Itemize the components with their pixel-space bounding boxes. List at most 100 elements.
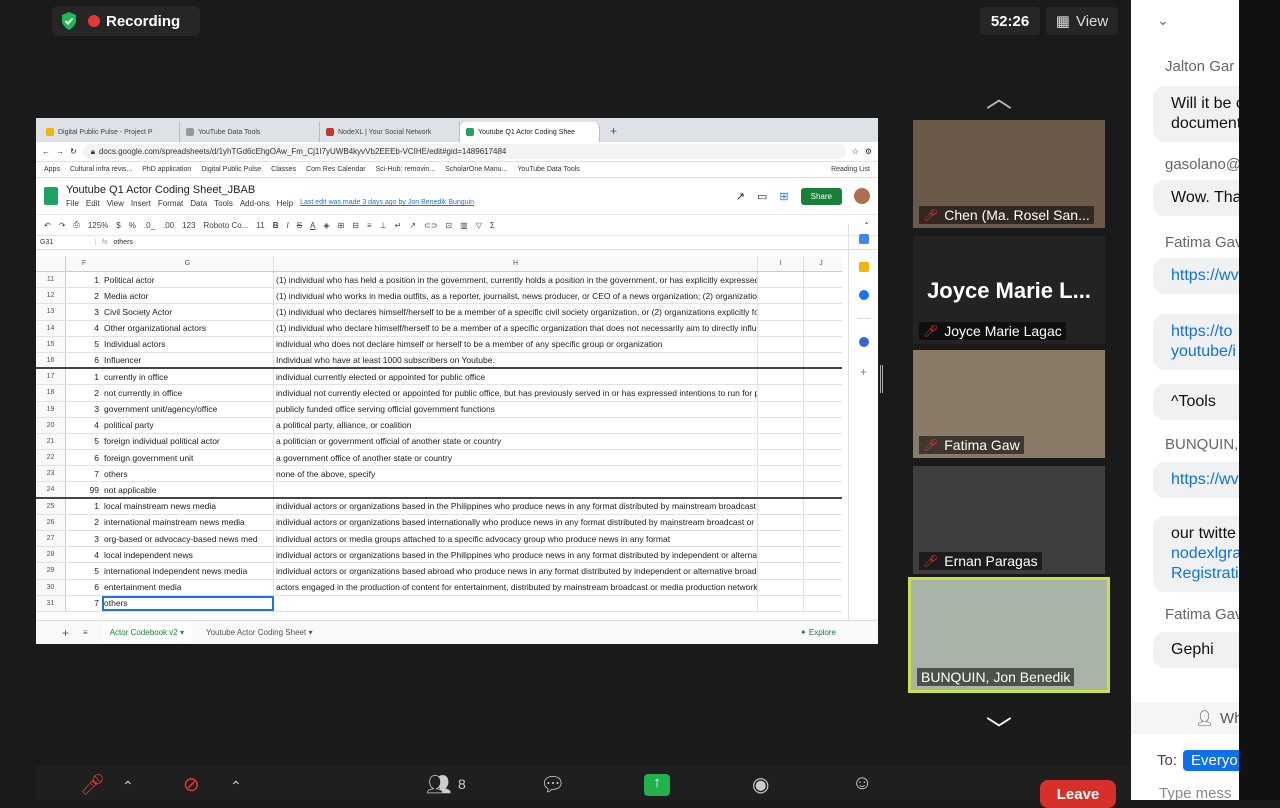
empty-cell[interactable] [758,466,804,482]
empty-cell[interactable] [758,320,804,336]
scroll-up-icon[interactable]: ︿ [986,78,1012,115]
empty-cell[interactable] [758,579,804,595]
functions-icon[interactable]: Σ [490,221,495,230]
cell-code[interactable]: 7 [66,598,102,608]
add-sheet-icon[interactable]: + [62,626,69,640]
chat-input[interactable]: Type mess [1159,785,1232,800]
calendar-icon[interactable] [858,234,869,244]
bookmark-item[interactable]: Sci-Hub: removin... [376,166,436,173]
empty-cell[interactable] [758,304,804,320]
cell-code[interactable]: 6 [66,453,102,463]
row-number[interactable]: 18 [36,385,66,401]
cell-label[interactable]: international mainstream news media [102,514,274,530]
cell-label[interactable]: not currently in office [102,385,274,401]
stop-video-icon[interactable]: ⊘ [183,772,200,797]
align-icon[interactable]: ≡ [367,221,372,230]
reload-icon[interactable]: ↻ [70,147,77,156]
cell-label[interactable]: others [102,466,274,482]
all-sheets-icon[interactable]: ≡ [83,628,88,637]
chart-icon[interactable]: ▥ [460,221,468,230]
font-select[interactable]: Roboto Co... [203,221,248,230]
empty-cell[interactable] [758,514,804,530]
valign-icon[interactable]: ⊥ [380,221,387,230]
cell-description[interactable] [274,595,758,611]
column-header-j[interactable]: J [804,256,838,271]
row-number[interactable]: 22 [36,450,66,466]
chat-recipient-select[interactable]: Everyo [1183,750,1239,771]
row-number[interactable]: 30 [36,579,66,595]
chat-message[interactable]: Wow. Tha [1153,180,1239,216]
empty-cell[interactable] [804,515,838,530]
empty-cell[interactable] [804,337,838,352]
menu-help[interactable]: Help [277,199,293,208]
row-number[interactable]: 17 [36,369,66,385]
cell-description[interactable] [274,482,758,497]
cell-label[interactable]: foreign government unit [102,450,274,466]
bookmark-item[interactable]: Apps [44,166,60,173]
bookmark-item[interactable]: ScholarOne Manu... [445,166,507,173]
empty-cell[interactable] [758,385,804,401]
cell-label[interactable]: Media actor [102,288,274,304]
cell-code[interactable]: 1 [66,275,102,285]
cell-label[interactable]: org-based or advocacy-based news med [102,531,274,547]
borders-icon[interactable]: ⊞ [338,221,345,230]
cell-code[interactable]: 3 [66,404,102,414]
user-avatar[interactable] [854,188,870,204]
empty-cell[interactable] [804,288,838,303]
empty-cell[interactable] [758,369,804,385]
cell-label[interactable]: Political actor [102,272,274,288]
row-number[interactable]: 27 [36,531,66,547]
cell-code[interactable]: 2 [66,291,102,301]
empty-cell[interactable] [804,304,838,319]
empty-cell[interactable] [804,272,838,287]
cell-code[interactable]: 5 [66,339,102,349]
chevron-down-icon[interactable]: ⌄ [1157,12,1169,29]
empty-cell[interactable] [804,450,838,465]
panel-resize-handle[interactable] [880,365,883,393]
cell-description[interactable]: a political party, alliance, or coalitio… [274,417,758,433]
cell-code[interactable]: 6 [66,582,102,592]
column-header-i[interactable]: I [758,256,804,271]
menu-data[interactable]: Data [190,199,207,208]
empty-cell[interactable] [804,531,838,546]
who-can-see-row[interactable]: 👤︎ Wh [1131,702,1239,734]
bookmark-item[interactable]: Classes [271,166,296,173]
menu-insert[interactable]: Insert [131,199,151,208]
chat-message[interactable]: Will it be c document [1153,86,1239,142]
empty-cell[interactable] [758,433,804,450]
cell-label[interactable]: entertainment media [102,579,274,595]
format-select[interactable]: 123 [182,221,195,230]
cell-description[interactable]: individual actors or media groups attach… [274,531,758,547]
cell-code[interactable]: 3 [66,534,102,544]
empty-cell[interactable] [758,336,804,352]
cell-description[interactable]: individual actors or organizations based… [274,498,758,514]
bookmark-item[interactable]: YouTube Data Tools [517,166,579,173]
sheet-tab-actor-coding-sheet[interactable]: Youtube Actor Coding Sheet ▾ [206,628,312,637]
empty-cell[interactable] [804,547,838,562]
cell-label[interactable]: international independent news media [102,563,274,579]
filter-icon[interactable]: ▽ [476,221,482,230]
row-number[interactable]: 23 [36,466,66,482]
chat-message[interactable]: ^Tools [1153,384,1239,420]
bookmark-item[interactable]: Digital Public Pulse [201,166,261,173]
row-number[interactable]: 13 [36,304,66,320]
link-icon[interactable]: ⊂⊃ [424,221,437,230]
cell-description[interactable]: individual who does not declare himself … [274,336,758,352]
increase-decimal-button[interactable]: .00 [163,221,174,230]
cell-label[interactable]: government unit/agency/office [102,401,274,417]
menu-addons[interactable]: Add-ons [240,199,270,208]
empty-cell[interactable] [804,466,838,481]
rotate-icon[interactable]: ↗ [409,221,416,230]
bookmark-item[interactable]: PhD application [142,166,191,173]
row-number[interactable]: 19 [36,401,66,417]
browser-tab-coding-sheet[interactable]: Youtube Q1 Actor Coding Shee [460,122,600,142]
cell-code[interactable]: 4 [66,420,102,430]
sheets-logo-icon[interactable] [44,187,58,205]
row-number[interactable]: 20 [36,417,66,433]
cell-description[interactable]: individual currently elected or appointe… [274,369,758,385]
record-icon[interactable]: ◉ [752,772,769,797]
row-number[interactable]: 29 [36,563,66,579]
percent-button[interactable]: % [129,221,136,230]
empty-cell[interactable] [758,417,804,433]
strikethrough-icon[interactable]: S [297,221,302,230]
